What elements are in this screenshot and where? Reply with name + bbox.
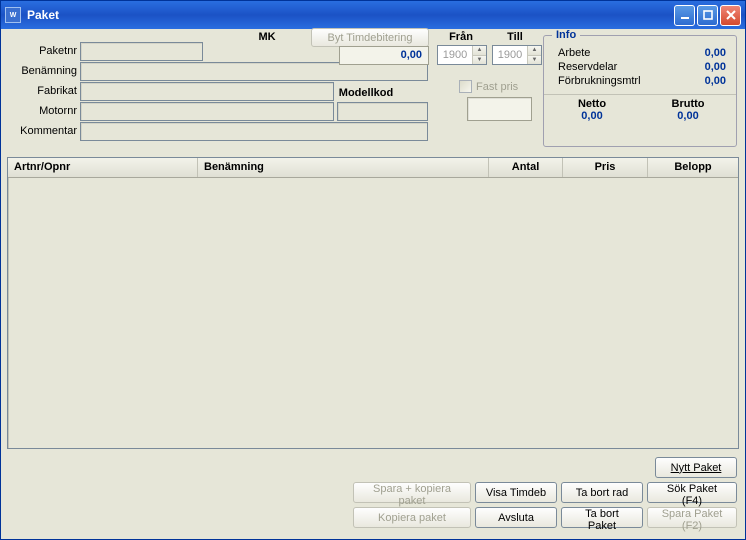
- fran-spinner[interactable]: ▲▼: [437, 45, 487, 65]
- label-kommentar: Kommentar: [7, 125, 77, 137]
- byt-timdebitering-button: Byt Timdebitering: [311, 28, 429, 47]
- grid[interactable]: Artnr/Opnr Benämning Antal Pris Belopp: [7, 157, 739, 449]
- app-icon: W: [5, 7, 21, 23]
- sok-paket-button[interactable]: Sök Paket (F4): [647, 482, 737, 503]
- grid-header: Artnr/Opnr Benämning Antal Pris Belopp: [8, 158, 738, 178]
- minimize-button[interactable]: [674, 5, 695, 26]
- col-benamning[interactable]: Benämning: [198, 158, 489, 177]
- info-value-arbete: 0,00: [705, 47, 726, 59]
- col-belopp[interactable]: Belopp: [648, 158, 738, 177]
- col-artnr[interactable]: Artnr/Opnr: [8, 158, 198, 177]
- ta-bort-paket-button[interactable]: Ta bort Paket: [561, 507, 643, 528]
- client-area: Paketnr Benämning Fabrikat Motornr Komme…: [1, 29, 745, 534]
- till-input[interactable]: [493, 46, 527, 64]
- paketnr-input[interactable]: [80, 42, 203, 61]
- info-label-forbrukning: Förbrukningsmtrl: [558, 75, 641, 87]
- avsluta-button[interactable]: Avsluta: [475, 507, 557, 528]
- modellkod-input[interactable]: [337, 102, 428, 121]
- info-label-reservdelar: Reservdelar: [558, 61, 617, 73]
- form-area: Paketnr Benämning Fabrikat Motornr Komme…: [7, 33, 739, 155]
- motornr-input[interactable]: [80, 102, 334, 121]
- fran-input[interactable]: [438, 46, 472, 64]
- info-value-reservdelar: 0,00: [705, 61, 726, 73]
- label-till: Till: [495, 31, 535, 43]
- spara-paket-button: Spara Paket (F2): [647, 507, 737, 528]
- netto-col: Netto 0,00: [544, 98, 640, 122]
- label-fast-pris: Fast pris: [476, 81, 518, 93]
- window-title: Paket: [27, 8, 672, 22]
- kopiera-paket-button: Kopiera paket: [353, 507, 471, 528]
- netto-label: Netto: [544, 98, 640, 110]
- label-modellkod: Modellkod: [334, 87, 398, 99]
- info-row-reservdelar: Reservdelar 0,00: [544, 60, 736, 74]
- maximize-button[interactable]: [697, 5, 718, 26]
- info-value-forbrukning: 0,00: [705, 75, 726, 87]
- kommentar-input[interactable]: [80, 122, 428, 141]
- window: W Paket Paketnr Benämning Fabrikat Motor…: [0, 0, 746, 540]
- col-pris[interactable]: Pris: [563, 158, 648, 177]
- info-legend: Info: [552, 29, 580, 41]
- till-arrows[interactable]: ▲▼: [527, 46, 541, 64]
- netto-value: 0,00: [544, 110, 640, 122]
- label-mk: MK: [247, 31, 287, 43]
- label-fabrikat: Fabrikat: [7, 85, 77, 97]
- fran-arrows[interactable]: ▲▼: [472, 46, 486, 64]
- info-row-arbete: Arbete 0,00: [544, 46, 736, 60]
- checkbox-box[interactable]: [459, 80, 472, 93]
- col-antal[interactable]: Antal: [489, 158, 563, 177]
- label-benamning: Benämning: [7, 65, 77, 77]
- spara-kopiera-button: Spara + kopiera paket: [353, 482, 471, 503]
- label-paketnr: Paketnr: [7, 45, 77, 57]
- info-label-arbete: Arbete: [558, 47, 590, 59]
- info-row-forbrukning: Förbrukningsmtrl 0,00: [544, 74, 736, 88]
- till-spinner[interactable]: ▲▼: [492, 45, 542, 65]
- close-button[interactable]: [720, 5, 741, 26]
- ta-bort-rad-button[interactable]: Ta bort rad: [561, 482, 643, 503]
- label-motornr: Motornr: [7, 105, 77, 117]
- brutto-value: 0,00: [640, 110, 736, 122]
- visa-timdeb-button[interactable]: Visa Timdeb: [475, 482, 557, 503]
- brutto-label: Brutto: [640, 98, 736, 110]
- mk-value: 0,00: [339, 46, 429, 65]
- brutto-col: Brutto 0,00: [640, 98, 736, 122]
- fabrikat-input[interactable]: [80, 82, 334, 101]
- fast-pris-checkbox[interactable]: Fast pris: [459, 80, 518, 93]
- titlebar[interactable]: W Paket: [1, 1, 745, 29]
- nytt-paket-button[interactable]: Nytt Paket: [655, 457, 737, 478]
- label-fran: Från: [441, 31, 481, 43]
- fast-pris-value-box: [467, 97, 532, 121]
- info-group: Info Arbete 0,00 Reservdelar 0,00 Förbru…: [543, 35, 737, 147]
